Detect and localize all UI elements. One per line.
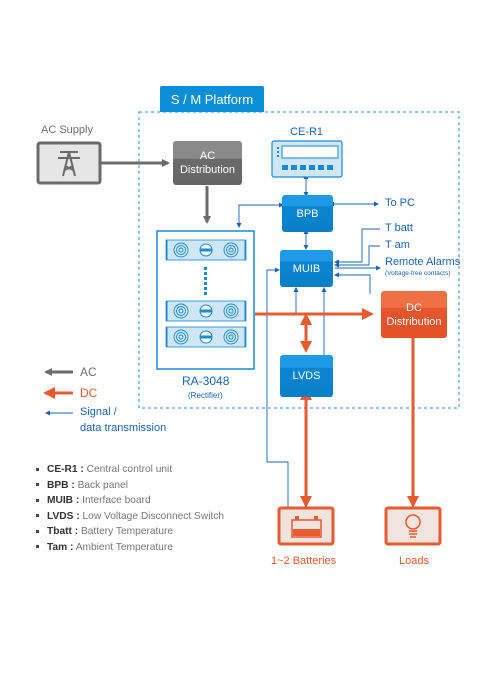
bullet-icon (36, 498, 39, 502)
abbreviation-item: LVDS : Low Voltage Disconnect Switch (36, 509, 224, 525)
dc-distribution-line1: DC (406, 301, 422, 314)
abbr-term: BPB : (47, 479, 75, 491)
ac-distribution-box: AC Distribution (173, 141, 242, 185)
abbr-term: MUIB : (47, 495, 80, 506)
ce-r1-label: CE-R1 (290, 126, 324, 138)
bullet-icon (36, 545, 39, 549)
remote-alarms-note: (Voltage-free contacts) (385, 270, 451, 277)
t-am-label: T am (385, 239, 410, 251)
abbreviation-list: CE-R1 : Central control unit BPB : Back … (36, 462, 224, 555)
platform-title: S / M Platform (160, 86, 264, 112)
abbr-term: Tbatt : (47, 526, 79, 537)
abbr-term: Tam : (47, 541, 74, 553)
rectifier-bpb-signal (236, 202, 284, 228)
legend-dc-label: DC (80, 386, 98, 400)
rectifier-label: RA-3048 (182, 374, 230, 388)
bullet-icon (36, 467, 39, 471)
abbr-desc: Interface board (82, 495, 151, 506)
dc-distribution-box: DC Distribution (381, 291, 447, 338)
rectifier-module-icon (165, 239, 247, 261)
dc-distribution-muib-signal (334, 272, 371, 294)
abbreviation-item: BPB : Back panel (36, 478, 224, 494)
legend-ac-label: AC (80, 365, 97, 379)
batteries-label: 1~2 Batteries (271, 555, 337, 567)
rectifier-sublabel: (Rectifier) (188, 391, 223, 400)
abbreviation-item: Tam : Ambient Temperature (36, 540, 224, 556)
batteries-box (277, 506, 335, 546)
muib-label: MUIB (292, 262, 321, 275)
abbreviation-item: Tbatt : Battery Temperature (36, 524, 224, 540)
lvds-box: LVDS (280, 355, 333, 397)
abbr-desc: Low Voltage Disconnect Switch (82, 510, 225, 522)
t-batt-label: T batt (385, 222, 413, 234)
bpb-label: BPB (296, 207, 319, 220)
to-pc-label: To PC (385, 197, 415, 209)
abbr-desc: Back panel (77, 479, 128, 491)
legend-signal-label-1: Signal / (80, 406, 117, 418)
ce-r1-device (271, 140, 343, 178)
abbr-term: LVDS : (47, 510, 80, 522)
remote-alarms-label: Remote Alarms (385, 256, 461, 268)
lvds-label: LVDS (292, 370, 321, 382)
bpb-box: BPB (282, 195, 333, 232)
rectifier-rack (156, 230, 255, 370)
ac-distribution-line2: Distribution (179, 164, 236, 176)
bullet-icon (36, 529, 39, 533)
dc-distribution-line2: Distribution (386, 315, 442, 328)
abbr-term: CE-R1 : (47, 464, 84, 475)
rectifier-module-icon (165, 300, 247, 322)
abbreviation-item: MUIB : Interface board (36, 493, 224, 509)
loads-box (384, 506, 442, 546)
loads-label: Loads (399, 555, 429, 567)
abbreviation-item: CE-R1 : Central control unit (36, 462, 224, 478)
rectifier-module-icon (165, 326, 247, 348)
bullet-icon (36, 514, 39, 518)
abbr-desc: Central control unit (86, 464, 173, 475)
ac-supply-label: AC Supply (41, 124, 93, 136)
muib-box: MUIB (280, 250, 333, 287)
ac-supply-box (36, 141, 102, 185)
abbr-desc: Battery Temperature (80, 526, 174, 537)
tbatt-signal (334, 228, 380, 265)
legend-signal-label-2: data transmission (80, 422, 167, 434)
bullet-icon (36, 483, 39, 487)
ac-distribution-line1: AC (199, 150, 216, 162)
abbr-desc: Ambient Temperature (75, 541, 173, 553)
